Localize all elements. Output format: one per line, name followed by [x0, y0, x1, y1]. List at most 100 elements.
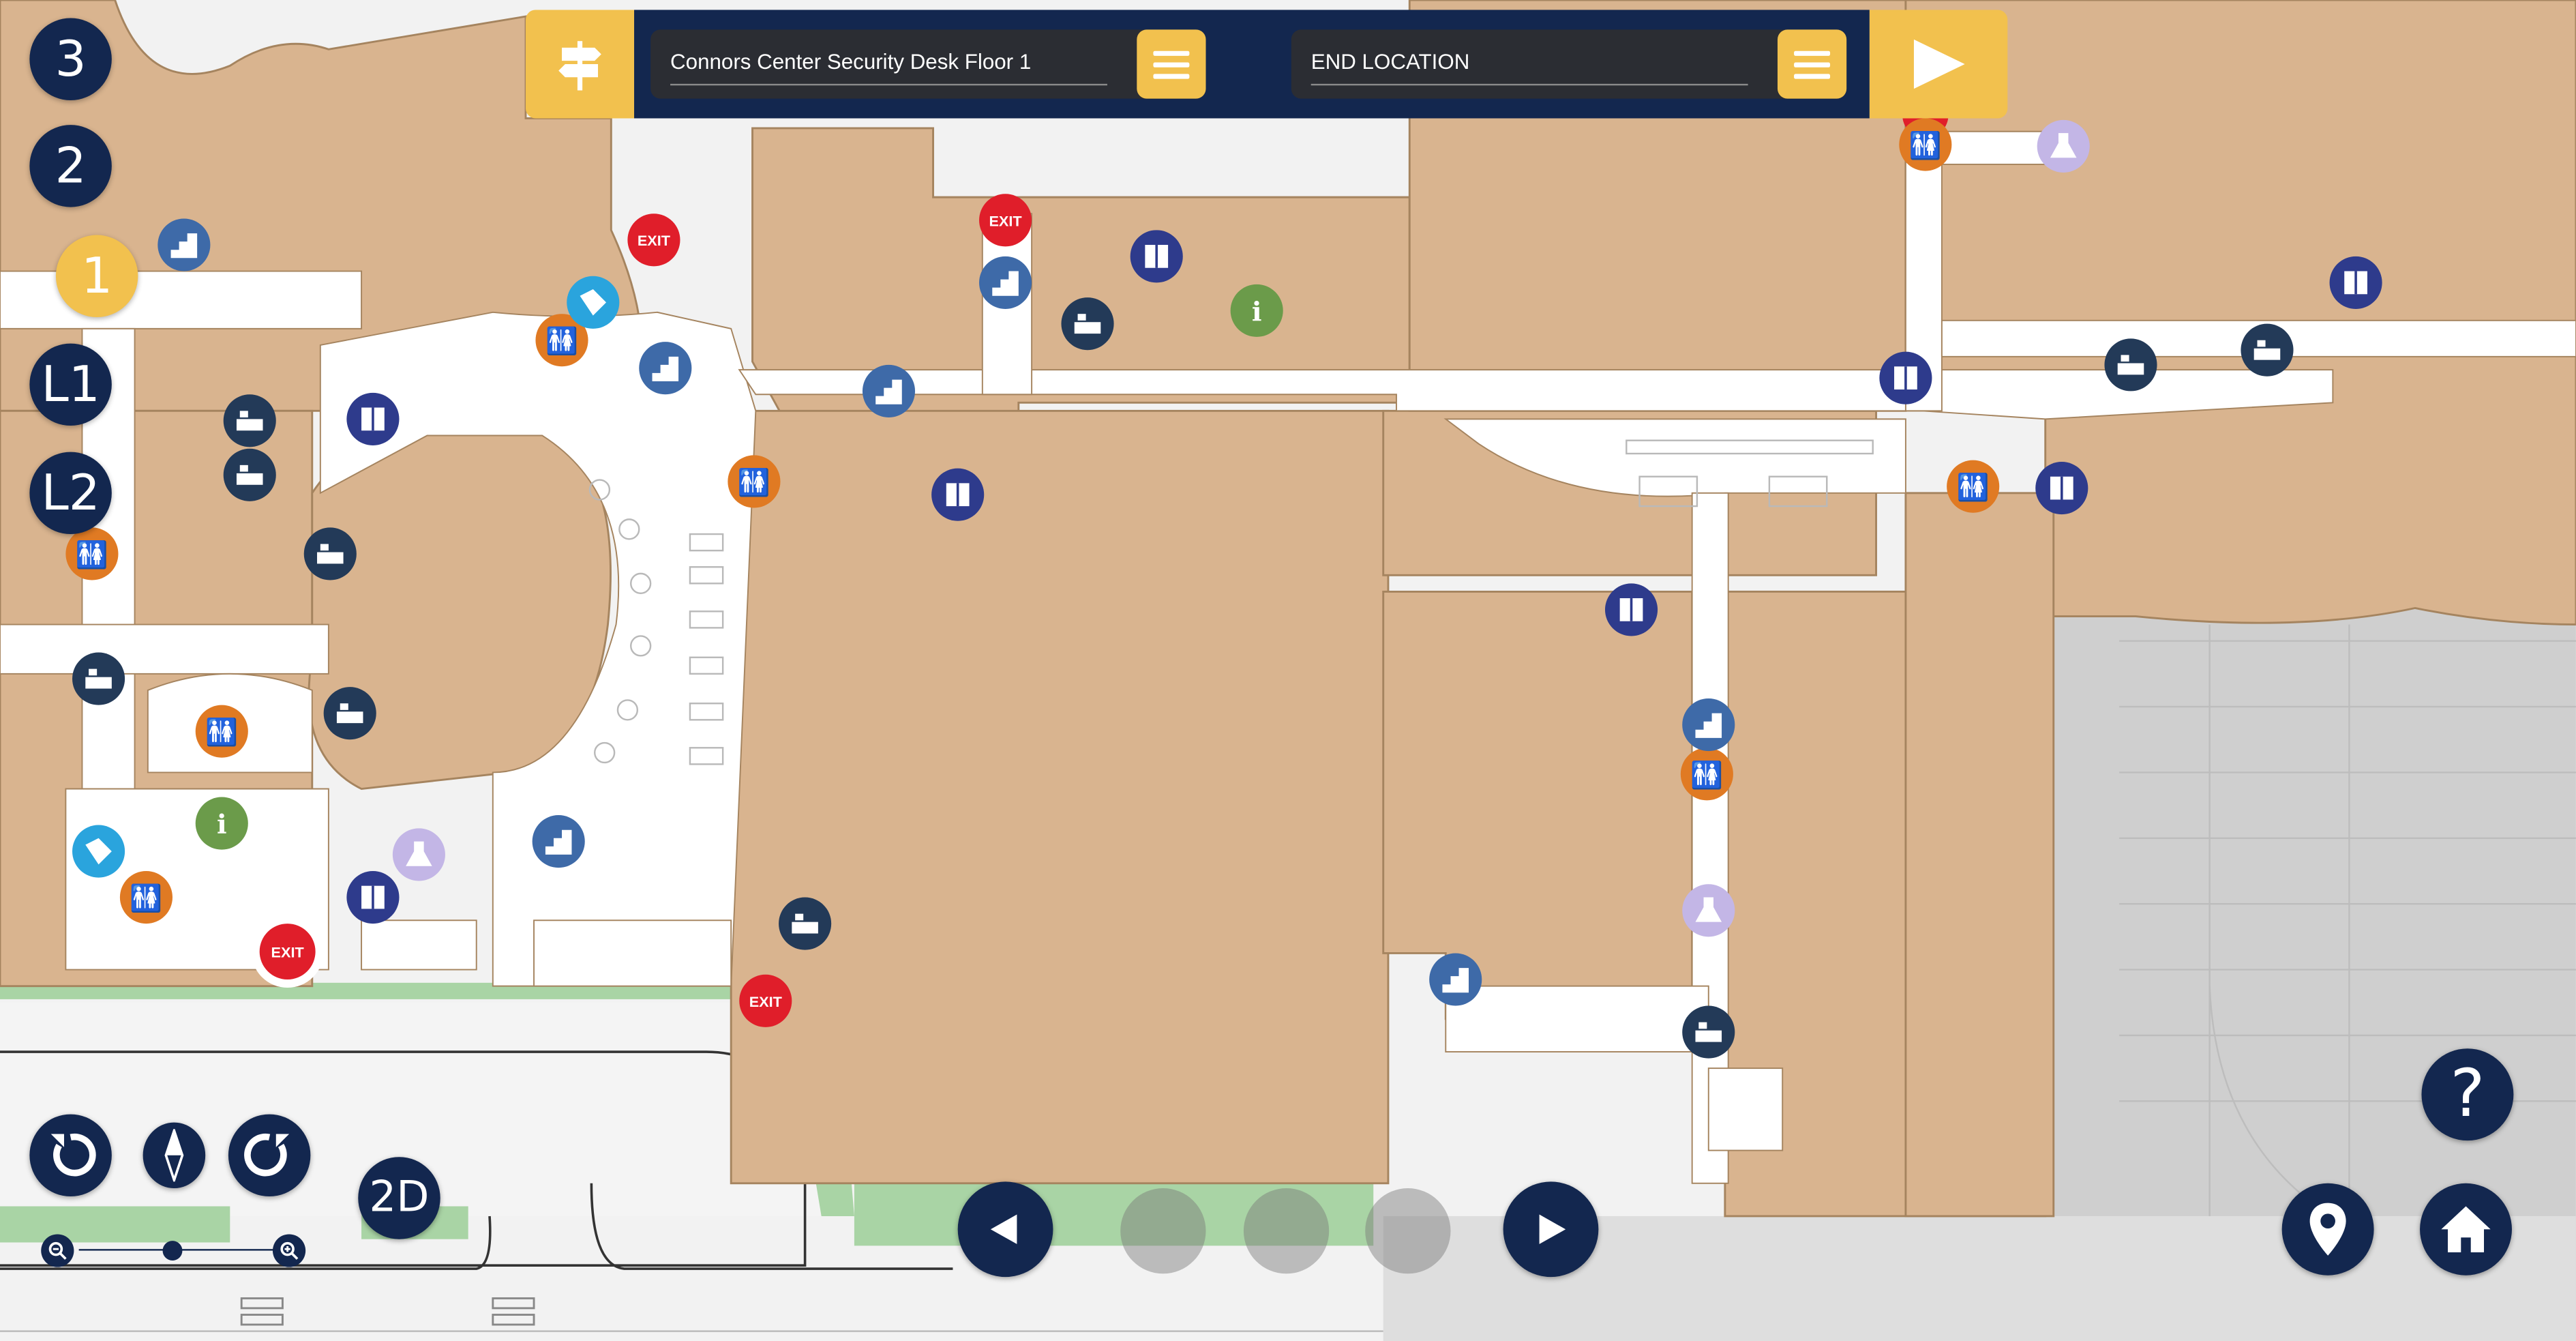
go-button[interactable] — [1869, 10, 2008, 119]
stairs-icon — [1429, 953, 1482, 1006]
office-icon — [303, 527, 357, 580]
floor-button-2[interactable]: 2 — [29, 125, 112, 207]
office-icon — [323, 687, 376, 740]
office-icon — [2241, 323, 2294, 377]
pager-dot[interactable] — [1243, 1188, 1330, 1274]
pager-dot[interactable] — [1120, 1188, 1206, 1274]
stairs-icon — [532, 815, 585, 868]
signpost-icon — [558, 41, 601, 91]
compass-icon — [164, 1129, 184, 1182]
floor-button-l1[interactable]: L1 — [29, 343, 112, 426]
view-mode-toggle[interactable]: 2D — [358, 1157, 440, 1239]
route-fields: Connors Center Security Desk Floor 1 TO … — [634, 10, 1870, 119]
lab-icon — [392, 828, 445, 881]
floor-button-1[interactable]: 1 — [55, 235, 138, 318]
elevator-icon — [2035, 462, 2088, 515]
help-icon: ? — [2450, 1057, 2485, 1133]
floor-map[interactable]: EXIT EXIT EXIT EXIT 🚻 🚻 🚻 🚻 🚻 🚻 🚻 🚻 i i — [0, 0, 2576, 1341]
directions-button[interactable] — [526, 10, 635, 119]
field-underline — [1311, 83, 1748, 86]
exit-label: EXIT — [989, 212, 1021, 229]
zoom-in-button[interactable] — [272, 1234, 306, 1267]
menu-icon-bar — [1153, 61, 1190, 67]
zoom-out-icon — [48, 1241, 67, 1260]
my-location-button[interactable] — [2281, 1183, 2374, 1276]
exit-label: EXIT — [638, 232, 670, 249]
rotate-right-icon — [244, 1133, 290, 1177]
floor-label: 1 — [81, 247, 113, 305]
floor-button-l2[interactable]: L2 — [29, 452, 112, 535]
stairs-icon — [158, 218, 211, 271]
menu-icon-bar — [1153, 73, 1190, 78]
zoom-slider-handle[interactable] — [162, 1241, 183, 1261]
menu-icon-bar — [1794, 50, 1831, 55]
elevator-icon — [931, 468, 985, 521]
exit-sign: EXIT — [251, 915, 324, 988]
start-location-menu-button[interactable] — [1137, 29, 1206, 99]
tag-icon — [567, 276, 620, 329]
svg-text:🚻: 🚻 — [1690, 760, 1723, 791]
svg-text:🚻: 🚻 — [130, 883, 162, 914]
end-location-field[interactable]: END LOCATION — [1291, 29, 1847, 99]
arrow-right-icon — [1539, 1214, 1566, 1244]
arrow-left-icon — [990, 1214, 1017, 1244]
exit-sign: EXIT — [979, 194, 1032, 247]
floor-label: 2 — [55, 137, 87, 195]
restroom-icon: 🚻 — [195, 705, 248, 758]
elevator-icon — [1604, 583, 1658, 636]
restroom-icon: 🚻 — [728, 455, 781, 508]
exit-label: EXIT — [271, 943, 304, 960]
previous-button[interactable] — [957, 1181, 1053, 1278]
help-button[interactable]: ? — [2421, 1048, 2514, 1141]
menu-icon-bar — [1153, 50, 1190, 55]
svg-text:i: i — [1252, 297, 1262, 327]
field-underline — [670, 83, 1107, 86]
pager-dot[interactable] — [1365, 1188, 1451, 1274]
lab-icon — [2037, 119, 2090, 173]
office-icon — [1682, 1005, 1735, 1059]
play-icon — [1913, 39, 1965, 89]
office-icon — [1061, 297, 1114, 351]
rotate-right-button[interactable] — [228, 1114, 311, 1197]
elevator-icon — [1130, 230, 1183, 283]
svg-text:🚻: 🚻 — [1909, 130, 1942, 161]
end-location-placeholder: END LOCATION — [1311, 49, 1470, 74]
zoom-in-icon — [280, 1241, 299, 1260]
info-icon: i — [1230, 284, 1283, 337]
elevator-icon — [346, 392, 400, 445]
location-pin-icon — [2309, 1203, 2346, 1256]
floor-label: 3 — [55, 30, 87, 88]
compass-button[interactable] — [143, 1122, 206, 1188]
next-button[interactable] — [1503, 1181, 1599, 1278]
elevator-icon — [346, 870, 400, 924]
info-icon: i — [195, 797, 248, 850]
restroom-icon: 🚻 — [1899, 118, 1952, 171]
exit-sign: EXIT — [627, 213, 680, 267]
view-mode-label: 2D — [369, 1173, 430, 1223]
office-icon — [2104, 338, 2157, 392]
lab-icon — [1682, 884, 1735, 937]
zoom-out-button[interactable] — [41, 1234, 74, 1267]
svg-text:🚻: 🚻 — [545, 326, 578, 357]
home-icon — [2441, 1206, 2491, 1252]
start-location-field[interactable]: Connors Center Security Desk Floor 1 — [650, 29, 1206, 99]
restroom-icon: 🚻 — [65, 527, 119, 580]
stairs-icon — [862, 364, 916, 417]
floor-label: L2 — [41, 464, 100, 522]
menu-icon-bar — [1794, 61, 1831, 67]
svg-text:🚻: 🚻 — [205, 718, 238, 748]
office-icon — [72, 652, 125, 705]
restroom-icon: 🚻 — [1947, 460, 2000, 513]
end-location-menu-button[interactable] — [1777, 29, 1847, 99]
exit-label: EXIT — [749, 993, 782, 1010]
home-button[interactable] — [2420, 1183, 2512, 1276]
start-location-value: Connors Center Security Desk Floor 1 — [670, 49, 1032, 74]
stairs-icon — [1682, 698, 1735, 752]
stairs-icon — [979, 256, 1032, 309]
floor-button-3[interactable]: 3 — [29, 18, 112, 100]
svg-text:🚻: 🚻 — [76, 540, 108, 570]
elevator-icon — [1879, 351, 1932, 404]
rotate-left-button[interactable] — [29, 1114, 112, 1197]
exit-sign: EXIT — [739, 974, 792, 1027]
svg-text:i: i — [217, 810, 227, 840]
